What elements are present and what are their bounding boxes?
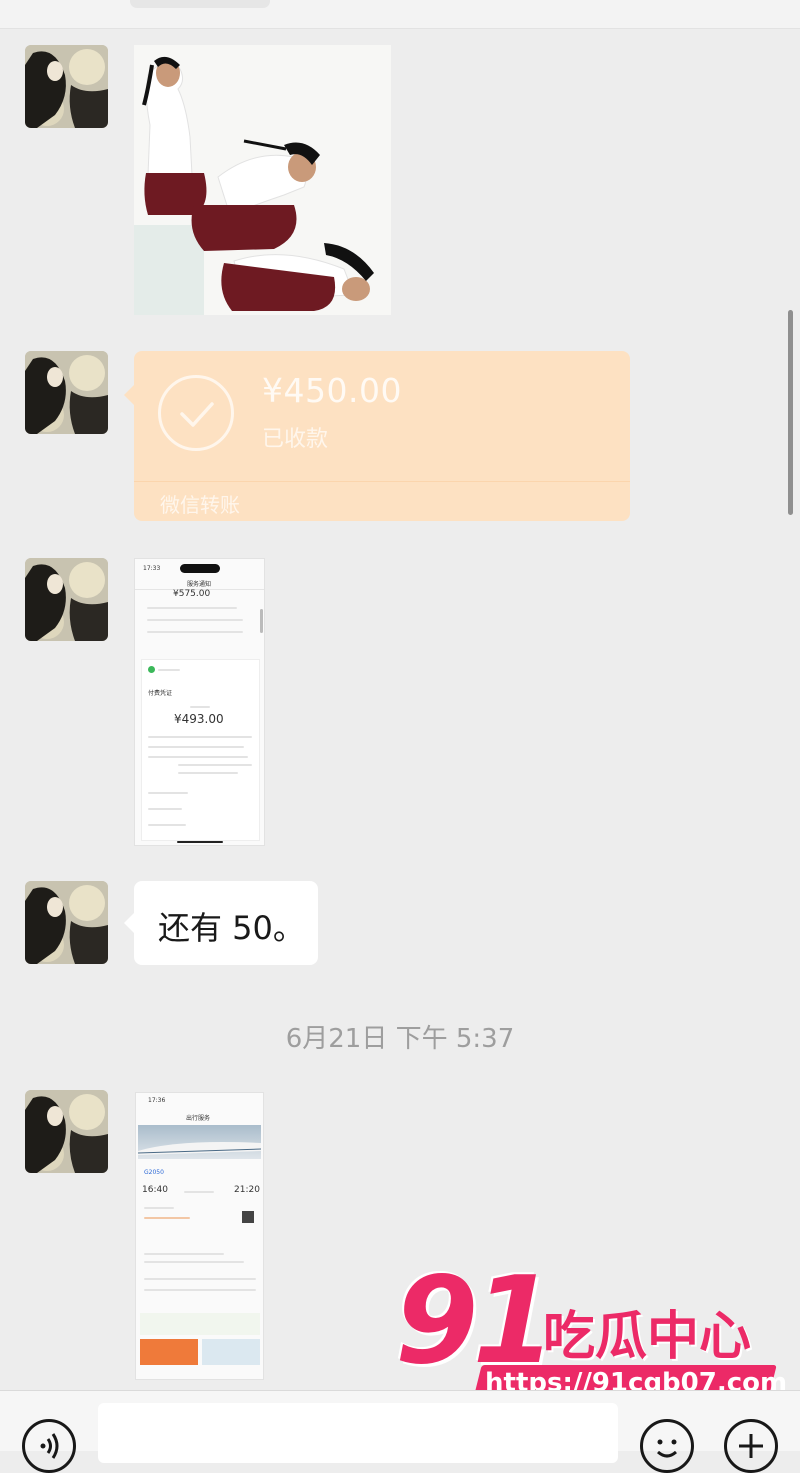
detail-line: [178, 772, 238, 774]
sender-avatar[interactable]: [25, 881, 108, 964]
detail-line: [148, 824, 186, 826]
text-message-content: 还有 50。: [158, 909, 305, 947]
screenshot-message[interactable]: 17:33 服务通知 ¥575.00 付费凭证 ¥493.00: [134, 558, 265, 846]
top-bar: [0, 0, 800, 29]
voice-button[interactable]: [22, 1419, 76, 1473]
screenshot-time: 17:36: [148, 1097, 166, 1104]
receipt-amount: ¥493.00: [174, 712, 224, 726]
train-banner: [137, 1125, 262, 1159]
depart-time: 16:40: [142, 1185, 168, 1195]
detail-line: [184, 1191, 214, 1193]
input-bar: [0, 1390, 800, 1473]
detail-line: [148, 792, 188, 794]
home-indicator: [177, 841, 223, 843]
sender-avatar[interactable]: [25, 45, 108, 128]
watermark-number: 91: [395, 1252, 556, 1391]
transfer-divider: [134, 481, 630, 482]
top-bar-shade: [130, 0, 270, 8]
screenshot-header: 服务通知: [187, 581, 212, 588]
screenshot-header: 出行服务: [186, 1115, 211, 1122]
train-number: G2050: [144, 1169, 164, 1176]
receipt-title: 付费凭证: [148, 690, 173, 697]
screenshot-top-amount: ¥575.00: [173, 589, 211, 599]
detail-line: [144, 1207, 174, 1209]
avatar-icon: [25, 558, 108, 641]
detail-line: [158, 669, 180, 671]
pay-icon: [148, 666, 155, 673]
photo-message[interactable]: [134, 45, 391, 315]
detail-line: [144, 1253, 224, 1255]
plus-icon: [739, 1434, 763, 1458]
phone-notch: [180, 564, 220, 573]
detail-line: [178, 764, 252, 766]
detail-line: [148, 808, 182, 810]
voice-icon: [40, 1433, 59, 1459]
avatar-icon: [25, 351, 108, 434]
arrive-time: 21:20: [234, 1185, 260, 1195]
detail-line: [148, 746, 244, 748]
emoji-button[interactable]: [640, 1419, 694, 1473]
avatar-icon: [25, 881, 108, 964]
sender-avatar[interactable]: [25, 351, 108, 434]
avatar-icon: [25, 45, 108, 128]
sender-avatar[interactable]: [25, 1090, 108, 1173]
transfer-label: 微信转账: [160, 493, 240, 517]
qr-code-icon: [242, 1211, 254, 1223]
sender-avatar[interactable]: [25, 558, 108, 641]
receipt-card: 付费凭证 ¥493.00: [141, 659, 260, 841]
detail-line: [148, 736, 252, 738]
screenshot-time: 17:33: [143, 565, 161, 572]
detail-line: [147, 607, 237, 609]
detail-line: [147, 631, 243, 633]
chat-timestamp: 6月21日 下午 5:37: [285, 1024, 515, 1054]
detail-line: [144, 1289, 256, 1291]
check-circle-icon: [158, 375, 234, 451]
service-row: [140, 1313, 260, 1335]
mini-scrollbar: [260, 609, 263, 633]
photo-image: [134, 45, 391, 315]
text-message[interactable]: 还有 50。: [124, 881, 318, 965]
avatar-icon: [25, 1090, 108, 1173]
detail-line: [148, 756, 248, 758]
promo-banner: [202, 1339, 260, 1365]
transfer-amount: ¥450.00: [262, 371, 402, 410]
screenshot-message[interactable]: 17:36 出行服务 G2050 16:40 21:20: [135, 1092, 264, 1380]
message-input[interactable]: [98, 1403, 618, 1463]
transfer-status: 已收款: [262, 427, 329, 452]
scrollbar[interactable]: [788, 310, 793, 515]
detail-line: [144, 1217, 190, 1219]
detail-line: [190, 706, 210, 708]
plus-button[interactable]: [724, 1419, 778, 1473]
detail-line: [144, 1278, 256, 1280]
promo-banner: [140, 1339, 198, 1365]
transfer-message[interactable]: ¥450.00 已收款 微信转账: [124, 351, 630, 521]
emoji-icon: [657, 1439, 677, 1458]
detail-line: [144, 1261, 244, 1263]
detail-line: [147, 619, 243, 621]
watermark-name: 吃瓜中心: [543, 1307, 752, 1367]
